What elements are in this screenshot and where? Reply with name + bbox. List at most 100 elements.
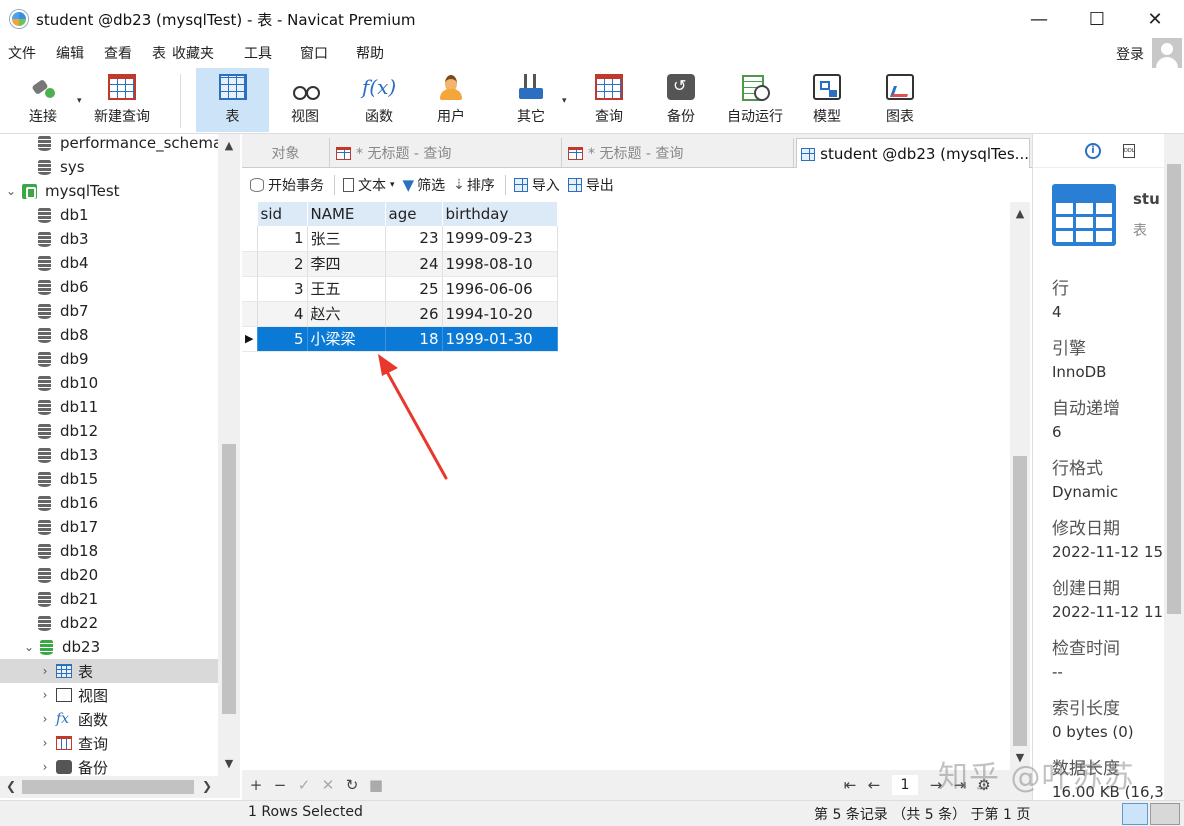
tree-item[interactable]: › 备份 xyxy=(0,755,218,777)
begin-transaction-button[interactable]: 开始事务 xyxy=(250,175,324,195)
row-indicator[interactable] xyxy=(242,251,258,277)
other-dropdown-icon[interactable]: ▾ xyxy=(562,96,567,106)
backup-button[interactable]: 备份 xyxy=(646,68,716,132)
tree-item[interactable]: db9 xyxy=(0,347,218,371)
scroll-up-icon[interactable]: ▲ xyxy=(1010,204,1030,224)
navigation-tree[interactable]: performance_schema sys ⌄ mysqlTest db1 db3 db4… xyxy=(0,134,218,776)
minimize-button[interactable]: — xyxy=(1010,0,1068,38)
tree-item[interactable]: ⌄ mysqlTest xyxy=(0,179,218,203)
table-cell-age[interactable]: 23 xyxy=(385,226,443,252)
row-indicator[interactable] xyxy=(242,276,258,302)
menu-view[interactable]: 查看 xyxy=(96,43,144,63)
table-cell-birthday[interactable]: 1994-10-20 xyxy=(442,301,558,327)
tree-item[interactable]: db8 xyxy=(0,323,218,347)
chevron-down-icon[interactable]: ⌄ xyxy=(4,184,18,198)
import-button[interactable]: 导入 xyxy=(513,175,560,195)
tree-item[interactable]: db3 xyxy=(0,227,218,251)
tree-item[interactable]: db7 xyxy=(0,299,218,323)
connect-dropdown-icon[interactable]: ▾ xyxy=(77,96,82,106)
column-header-age[interactable]: age xyxy=(385,202,443,226)
delete-record-button[interactable]: − xyxy=(268,776,292,794)
user-avatar-icon[interactable] xyxy=(1152,38,1182,70)
menu-table[interactable]: 表 xyxy=(144,43,170,63)
export-button[interactable]: 导出 xyxy=(567,175,614,195)
scroll-down-icon[interactable]: ▼ xyxy=(218,754,240,774)
column-header-name[interactable]: NAME xyxy=(307,202,386,226)
column-header-birthday[interactable]: birthday xyxy=(442,202,558,226)
table-cell-age[interactable]: 25 xyxy=(385,276,443,302)
table-cell-age[interactable]: 24 xyxy=(385,251,443,277)
table-cell-name[interactable]: 王五 xyxy=(307,276,386,302)
scroll-up-icon[interactable]: ▲ xyxy=(218,136,240,156)
chevron-down-icon[interactable]: ⌄ xyxy=(22,640,36,654)
tree-item[interactable]: › fx 函数 xyxy=(0,707,218,731)
scrollbar-thumb[interactable] xyxy=(1013,456,1027,746)
table-cell-sid[interactable]: 5 xyxy=(257,326,308,352)
filter-button[interactable]: ▼ 筛选 xyxy=(403,175,446,195)
row-indicator[interactable] xyxy=(242,226,258,252)
grid-view-mode-button[interactable] xyxy=(1122,803,1148,825)
tree-item[interactable]: db17 xyxy=(0,515,218,539)
table-row[interactable]: ▶ 5 小梁梁 18 1999-01-30 xyxy=(242,326,558,352)
other-button[interactable]: 其它 xyxy=(496,68,566,132)
menu-help[interactable]: 帮助 xyxy=(348,43,396,63)
tree-item[interactable]: db18 xyxy=(0,539,218,563)
tree-item[interactable]: performance_schema xyxy=(0,134,218,155)
form-view-mode-button[interactable] xyxy=(1150,803,1180,825)
tree-item[interactable]: db20 xyxy=(0,563,218,587)
tree-item[interactable]: sys xyxy=(0,155,218,179)
table-cell-birthday[interactable]: 1999-09-23 xyxy=(442,226,558,252)
chart-button[interactable]: 图表 xyxy=(865,68,935,132)
scroll-left-icon[interactable]: ❮ xyxy=(6,779,16,793)
table-cell-age[interactable]: 18 xyxy=(385,326,443,352)
function-button[interactable]: f(x) 函数 xyxy=(344,68,414,132)
ddl-icon[interactable]: DDL xyxy=(1123,143,1135,158)
table-cell-name[interactable]: 赵六 xyxy=(307,301,386,327)
query-button[interactable]: 查询 xyxy=(574,68,644,132)
tab-untitled-query-2[interactable]: * 无标题 - 查询 xyxy=(564,138,794,168)
stop-button[interactable]: ■ xyxy=(364,776,388,794)
tree-item[interactable]: db13 xyxy=(0,443,218,467)
chevron-right-icon[interactable]: › xyxy=(38,736,52,750)
scrollbar-thumb[interactable] xyxy=(1167,164,1181,614)
auto-run-button[interactable]: 自动运行 xyxy=(720,68,790,132)
table-row[interactable]: 4 赵六 26 1994-10-20 xyxy=(242,301,558,327)
tree-item[interactable]: db22 xyxy=(0,611,218,635)
row-indicator[interactable] xyxy=(242,301,258,327)
table-row[interactable]: 3 王五 25 1996-06-06 xyxy=(242,276,558,302)
table-cell-sid[interactable]: 1 xyxy=(257,226,308,252)
menu-favorites[interactable]: 收藏夹 xyxy=(170,43,236,63)
table-cell-birthday[interactable]: 1998-08-10 xyxy=(442,251,558,277)
tree-item[interactable]: db10 xyxy=(0,371,218,395)
close-button[interactable]: ✕ xyxy=(1126,0,1184,38)
table-button[interactable]: 表 xyxy=(196,68,269,132)
chevron-right-icon[interactable]: › xyxy=(38,760,52,774)
data-table[interactable]: sid NAME age birthday 1 张三 23 1999-09-23 2 李四… xyxy=(242,202,558,352)
tab-objects[interactable]: 对象 xyxy=(242,138,330,168)
table-cell-birthday[interactable]: 1996-06-06 xyxy=(442,276,558,302)
column-header-sid[interactable]: sid xyxy=(257,202,308,226)
tree-item[interactable]: db4 xyxy=(0,251,218,275)
info-icon[interactable]: i xyxy=(1085,142,1101,159)
menu-file[interactable]: 文件 xyxy=(0,43,48,63)
tree-item[interactable]: › 视图 xyxy=(0,683,218,707)
table-row[interactable]: 2 李四 24 1998-08-10 xyxy=(242,251,558,277)
tree-item[interactable]: db1 xyxy=(0,203,218,227)
refresh-button[interactable]: ↻ xyxy=(340,776,364,794)
first-page-button[interactable]: ⇤ xyxy=(838,776,862,794)
sort-button[interactable]: ⇣ 排序 xyxy=(453,175,495,195)
grid-vertical-scrollbar[interactable]: ▲ ▼ xyxy=(1010,202,1030,770)
new-query-button[interactable]: 新建查询 xyxy=(88,68,156,132)
tab-student-table[interactable]: student @db23 (mysqlTes... xyxy=(796,138,1030,169)
maximize-button[interactable]: ☐ xyxy=(1068,0,1126,38)
menu-window[interactable]: 窗口 xyxy=(292,43,348,63)
discard-changes-button[interactable]: ✕ xyxy=(316,776,340,794)
menu-tools[interactable]: 工具 xyxy=(236,43,292,63)
table-cell-sid[interactable]: 2 xyxy=(257,251,308,277)
tree-item[interactable]: db12 xyxy=(0,419,218,443)
chevron-right-icon[interactable]: › xyxy=(38,664,52,678)
table-cell-age[interactable]: 26 xyxy=(385,301,443,327)
table-cell-sid[interactable]: 3 xyxy=(257,276,308,302)
table-cell-name[interactable]: 张三 xyxy=(307,226,386,252)
page-number-input[interactable]: 1 xyxy=(892,775,918,795)
